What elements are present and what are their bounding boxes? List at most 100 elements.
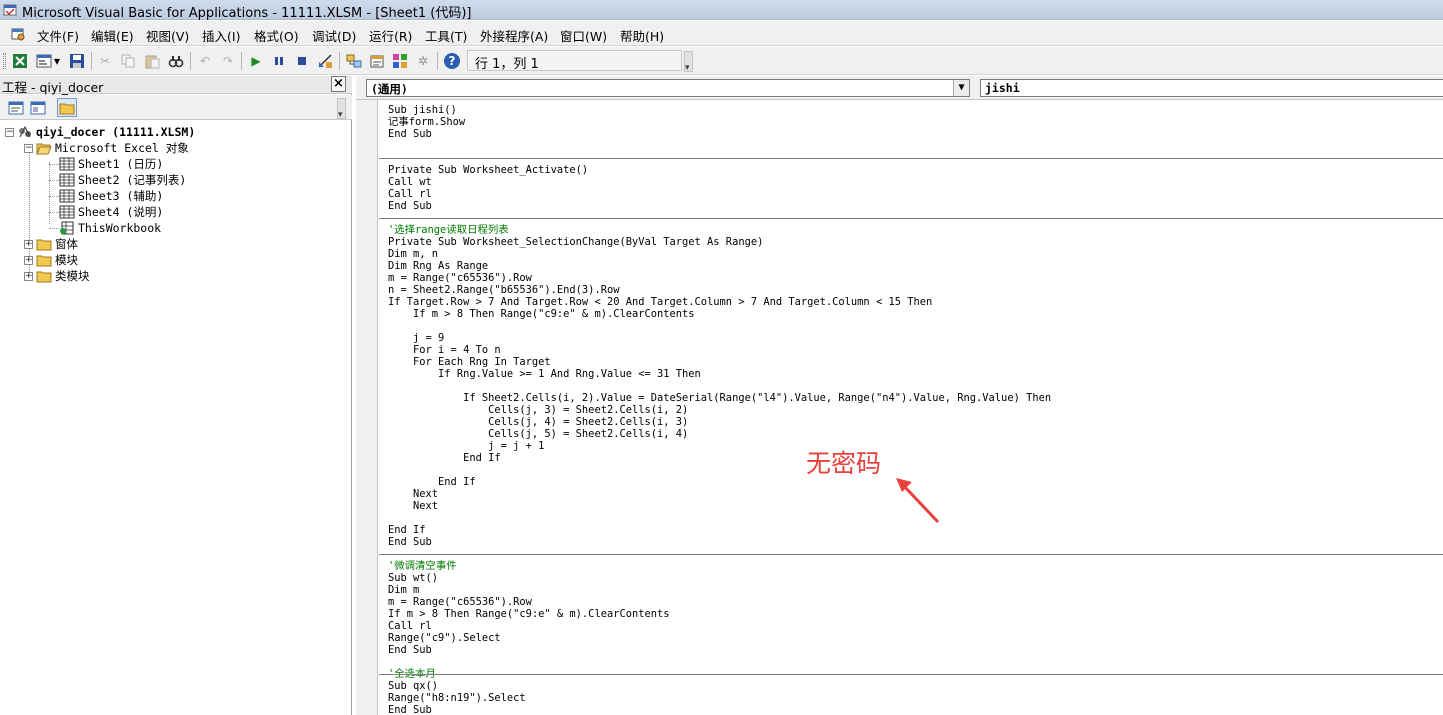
code-line[interactable]: Dim m, n: [388, 248, 438, 260]
menu-help[interactable]: 帮助(H): [620, 26, 664, 45]
code-line[interactable]: For Each Rng In Target: [388, 356, 551, 368]
code-line[interactable]: End If: [388, 452, 501, 464]
code-line[interactable]: Call rl: [388, 188, 432, 200]
undo-icon[interactable]: ↶: [196, 52, 214, 70]
code-line[interactable]: End Sub: [388, 200, 432, 212]
collapse-icon[interactable]: −: [24, 143, 33, 153]
code-line[interactable]: End If: [388, 524, 426, 536]
code-line[interactable]: Dim Rng As Range: [388, 260, 488, 272]
code-line[interactable]: End If: [388, 476, 476, 488]
menu-tools[interactable]: 工具(T): [425, 26, 467, 45]
toolbox-icon[interactable]: ✲: [414, 52, 432, 70]
code-line[interactable]: End Sub: [388, 128, 432, 140]
excel-icon[interactable]: [11, 52, 29, 70]
code-line[interactable]: If Target.Row > 7 And Target.Row < 20 An…: [388, 296, 932, 308]
code-line[interactable]: If Sheet2.Cells(i, 2).Value = DateSerial…: [388, 392, 1051, 404]
menu-format[interactable]: 格式(O): [254, 26, 299, 45]
code-margin-bar[interactable]: [356, 100, 378, 715]
copy-icon[interactable]: [119, 52, 137, 70]
tree-node-forms[interactable]: + 窗体: [24, 236, 78, 252]
design-mode-icon[interactable]: [316, 52, 334, 70]
code-line[interactable]: If m > 8 Then Range("c9:e" & m).ClearCon…: [388, 608, 670, 620]
code-line[interactable]: Range("h8:n19").Select: [388, 692, 526, 704]
code-line[interactable]: If m > 8 Then Range("c9:e" & m).ClearCon…: [388, 308, 695, 320]
insert-userform-icon[interactable]: [35, 52, 53, 70]
menu-view[interactable]: 视图(V): [146, 26, 189, 45]
code-line[interactable]: '选择range读取日程列表: [388, 224, 509, 236]
reset-icon[interactable]: [293, 52, 311, 70]
tree-node-thisworkbook[interactable]: ThisWorkbook: [59, 220, 161, 236]
object-combo[interactable]: (通用) ▼: [366, 79, 970, 97]
menu-window[interactable]: 窗口(W): [560, 26, 607, 45]
code-line[interactable]: Range("c9").Select: [388, 632, 501, 644]
procedure-combo[interactable]: jishi: [980, 79, 1443, 97]
tree-node-sheet1[interactable]: Sheet1 (日历): [59, 156, 163, 172]
code-line[interactable]: j = 9: [388, 332, 444, 344]
code-line[interactable]: m = Range("c65536").Row: [388, 596, 532, 608]
code-line[interactable]: j = j + 1: [388, 440, 544, 452]
toolbar-grip[interactable]: [3, 53, 6, 69]
menu-addins[interactable]: 外接程序(A): [480, 26, 548, 45]
code-line[interactable]: '微调清空事件: [388, 560, 457, 572]
code-line[interactable]: End Sub: [388, 704, 432, 715]
close-icon[interactable]: ×: [331, 76, 346, 92]
code-line[interactable]: Sub wt(): [388, 572, 438, 584]
expand-icon[interactable]: +: [24, 239, 33, 249]
project-toolbar-options-icon[interactable]: [337, 98, 346, 120]
find-icon[interactable]: [167, 52, 185, 70]
code-line[interactable]: Dim m: [388, 584, 419, 596]
redo-icon[interactable]: ↷: [219, 52, 237, 70]
menu-run[interactable]: 运行(R): [369, 26, 412, 45]
code-line[interactable]: n = Sheet2.Range("b65536").End(3).Row: [388, 284, 619, 296]
paste-icon[interactable]: [143, 52, 161, 70]
code-line[interactable]: m = Range("c65536").Row: [388, 272, 532, 284]
cut-icon[interactable]: ✂: [96, 52, 114, 70]
code-line[interactable]: Sub qx(): [388, 680, 438, 692]
code-line[interactable]: Private Sub Worksheet_SelectionChange(By…: [388, 236, 763, 248]
properties-icon[interactable]: [368, 52, 386, 70]
code-editor[interactable]: Sub jishi() 记事form.Show End Sub Private Sub…: [379, 100, 1443, 715]
run-icon[interactable]: ▶: [247, 52, 265, 70]
code-line[interactable]: Call rl: [388, 620, 432, 632]
tree-node-class-modules[interactable]: + 类模块: [24, 268, 90, 284]
code-line[interactable]: If Rng.Value >= 1 And Rng.Value <= 31 Th…: [388, 368, 701, 380]
code-line[interactable]: End Sub: [388, 536, 432, 548]
tree-node-excel-objects[interactable]: − Microsoft Excel 对象: [24, 140, 189, 156]
break-icon[interactable]: [270, 52, 288, 70]
menu-edit[interactable]: 编辑(E): [91, 26, 134, 45]
toggle-folders-icon[interactable]: [57, 98, 77, 117]
tree-label-modules: 模块: [55, 253, 78, 267]
tree-node-sheet2[interactable]: Sheet2 (记事列表): [59, 172, 186, 188]
tree-node-modules[interactable]: + 模块: [24, 252, 78, 268]
code-line[interactable]: For i = 4 To n: [388, 344, 501, 356]
menu-file[interactable]: 文件(F): [37, 26, 79, 45]
code-line[interactable]: Cells(j, 3) = Sheet2.Cells(i, 2): [388, 404, 688, 416]
help-icon[interactable]: ?: [443, 52, 461, 70]
expand-icon[interactable]: +: [24, 271, 33, 281]
toolbar-options-icon[interactable]: [684, 51, 693, 73]
code-line[interactable]: Next: [388, 488, 438, 500]
tree-node-project[interactable]: − qiyi_docer (11111.XLSM): [5, 124, 195, 140]
code-line[interactable]: Private Sub Worksheet_Activate(): [388, 164, 588, 176]
code-line[interactable]: Cells(j, 5) = Sheet2.Cells(i, 4): [388, 428, 688, 440]
vba-system-menu-icon[interactable]: [10, 26, 26, 42]
code-line[interactable]: Sub jishi(): [388, 104, 457, 116]
insert-dropdown-icon[interactable]: ▾: [52, 52, 62, 70]
save-icon[interactable]: [68, 52, 86, 70]
view-object-icon[interactable]: [28, 98, 48, 117]
code-line[interactable]: End Sub: [388, 644, 432, 656]
project-explorer-icon[interactable]: [345, 52, 363, 70]
expand-icon[interactable]: +: [24, 255, 33, 265]
menu-debug[interactable]: 调试(D): [312, 26, 356, 45]
collapse-icon[interactable]: −: [5, 127, 14, 137]
tree-node-sheet3[interactable]: Sheet3 (辅助): [59, 188, 163, 204]
code-line[interactable]: Next: [388, 500, 438, 512]
code-line[interactable]: 记事form.Show: [388, 116, 465, 128]
tree-node-sheet4[interactable]: Sheet4 (说明): [59, 204, 163, 220]
code-line[interactable]: Call wt: [388, 176, 432, 188]
object-browser-icon[interactable]: [391, 52, 409, 70]
menu-insert[interactable]: 插入(I): [202, 26, 240, 45]
view-code-icon[interactable]: [6, 98, 26, 117]
chevron-down-icon[interactable]: ▼: [953, 80, 969, 96]
code-line[interactable]: Cells(j, 4) = Sheet2.Cells(i, 3): [388, 416, 688, 428]
